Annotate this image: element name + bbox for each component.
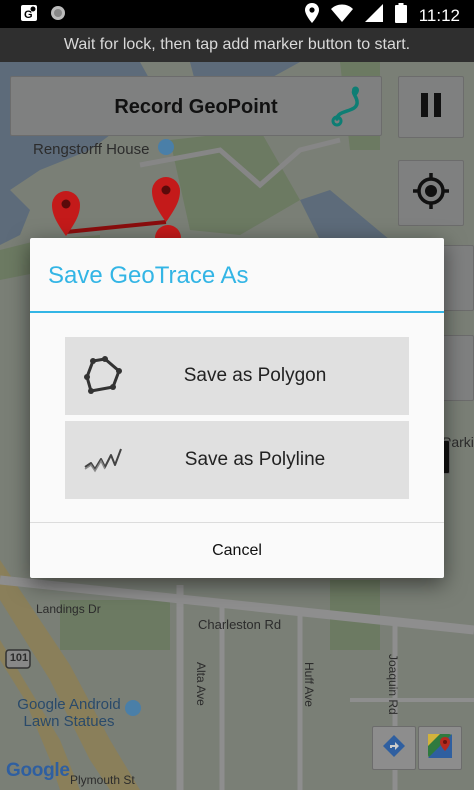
map-label-charleston: Charleston Rd: [198, 617, 282, 632]
status-time: 11:12: [418, 5, 460, 25]
wifi-icon: [330, 4, 353, 27]
record-geopoint-button[interactable]: Record GeoPoint: [10, 76, 382, 136]
map-label-rengstorff: Rengstorff House: [33, 141, 150, 158]
dialog-title-divider: [30, 311, 444, 313]
map-label-alta: Alta Ave: [194, 662, 208, 706]
circle-notification-icon: [50, 5, 66, 26]
location-icon: [304, 3, 319, 28]
my-location-icon: [411, 171, 451, 216]
map-label-plymouth: Plymouth St: [70, 773, 135, 787]
record-geopoint-label: Record GeoPoint: [114, 96, 278, 118]
save-as-polyline-button[interactable]: Save as Polyline: [65, 421, 409, 499]
save-geotrace-dialog: Save GeoTrace As Save as Polygon Save as…: [30, 238, 444, 578]
save-as-polygon-button[interactable]: Save as Polygon: [65, 337, 409, 415]
signal-icon: [364, 4, 383, 27]
my-location-button[interactable]: [398, 160, 464, 226]
pause-icon: [419, 92, 443, 123]
directions-button[interactable]: [372, 726, 416, 770]
google-logo-text: Google: [6, 760, 70, 781]
map-marker[interactable]: [152, 177, 180, 222]
save-as-polygon-label: Save as Polygon: [183, 365, 327, 386]
dialog-title: Save GeoTrace As: [48, 262, 249, 289]
highway-shield-label: 101: [9, 652, 29, 664]
status-bar: G 11:12: [0, 0, 474, 28]
google-logo: Google: [6, 760, 70, 782]
open-maps-button[interactable]: [418, 726, 462, 770]
cancel-button[interactable]: Cancel: [30, 523, 444, 578]
directions-icon: [382, 734, 406, 763]
hint-text: Wait for lock, then tap add marker butto…: [0, 28, 474, 62]
battery-icon: [394, 3, 407, 28]
map-label-huff: Huff Ave: [302, 662, 316, 707]
map-label-landings: Landings Dr: [36, 602, 101, 616]
pause-button[interactable]: [398, 76, 464, 138]
route-icon: [331, 85, 365, 153]
side-button[interactable]: [442, 335, 474, 401]
side-button[interactable]: [442, 245, 474, 311]
map-label-google-statues: Google Android Lawn Statues: [17, 696, 121, 730]
google-maps-icon: [427, 733, 453, 764]
map-label-joaquin: Joaquin Rd: [386, 654, 400, 715]
save-as-polyline-label: Save as Polyline: [184, 449, 326, 470]
gps-notification-icon: G: [20, 4, 38, 27]
